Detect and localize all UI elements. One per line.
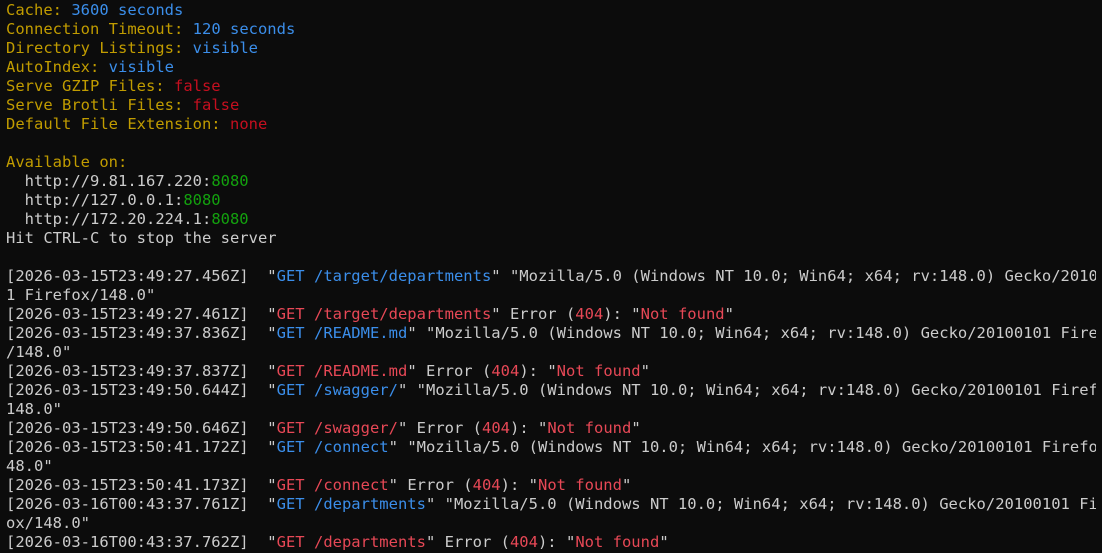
- setting-default-extension: Default File Extension: none: [6, 115, 268, 133]
- terminal-output[interactable]: Cache: 3600 seconds Connection Timeout: …: [0, 0, 1096, 552]
- log-request-line: [2026-03-15T23:49:50.644Z] "GET /swagger…: [6, 381, 1096, 399]
- log-request-wrap: /148.0": [6, 343, 72, 361]
- log-error-line: [2026-03-15T23:49:37.837Z] "GET /README.…: [6, 362, 650, 380]
- setting-serve-gzip: Serve GZIP Files: false: [6, 77, 221, 95]
- setting-serve-brotli: Serve Brotli Files: false: [6, 96, 240, 114]
- setting-autoindex: AutoIndex: visible: [6, 58, 174, 76]
- log-request-wrap: 1 Firefox/148.0": [6, 286, 156, 304]
- log-request-wrap: ox/148.0": [6, 514, 90, 532]
- log-error-line: [2026-03-16T00:43:37.762Z] "GET /departm…: [6, 533, 669, 551]
- log-request-wrap: 148.0": [6, 400, 62, 418]
- server-url[interactable]: http://127.0.0.1:8080: [6, 191, 1096, 210]
- available-heading: Available on:: [6, 153, 128, 171]
- log-request-line: [2026-03-15T23:50:41.172Z] "GET /connect…: [6, 438, 1096, 456]
- setting-directory-listings: Directory Listings: visible: [6, 39, 258, 57]
- log-request-line: [2026-03-16T00:43:37.761Z] "GET /departm…: [6, 495, 1096, 513]
- stop-hint: Hit CTRL-C to stop the server: [6, 229, 277, 247]
- log-request-line: [2026-03-15T23:49:37.836Z] "GET /README.…: [6, 324, 1096, 342]
- log-error-line: [2026-03-15T23:50:41.173Z] "GET /connect…: [6, 476, 632, 494]
- log-error-line: [2026-03-15T23:49:50.646Z] "GET /swagger…: [6, 419, 641, 437]
- log-request-wrap: 48.0": [6, 457, 53, 475]
- setting-connection-timeout: Connection Timeout: 120 seconds: [6, 20, 296, 38]
- log-request-line: [2026-03-15T23:49:27.456Z] "GET /target/…: [6, 267, 1096, 285]
- server-url[interactable]: http://9.81.167.220:8080: [6, 172, 1096, 191]
- log-error-line: [2026-03-15T23:49:27.461Z] "GET /target/…: [6, 305, 734, 323]
- server-url[interactable]: http://172.20.224.1:8080: [6, 210, 1096, 229]
- setting-cache: Cache: 3600 seconds: [6, 1, 184, 19]
